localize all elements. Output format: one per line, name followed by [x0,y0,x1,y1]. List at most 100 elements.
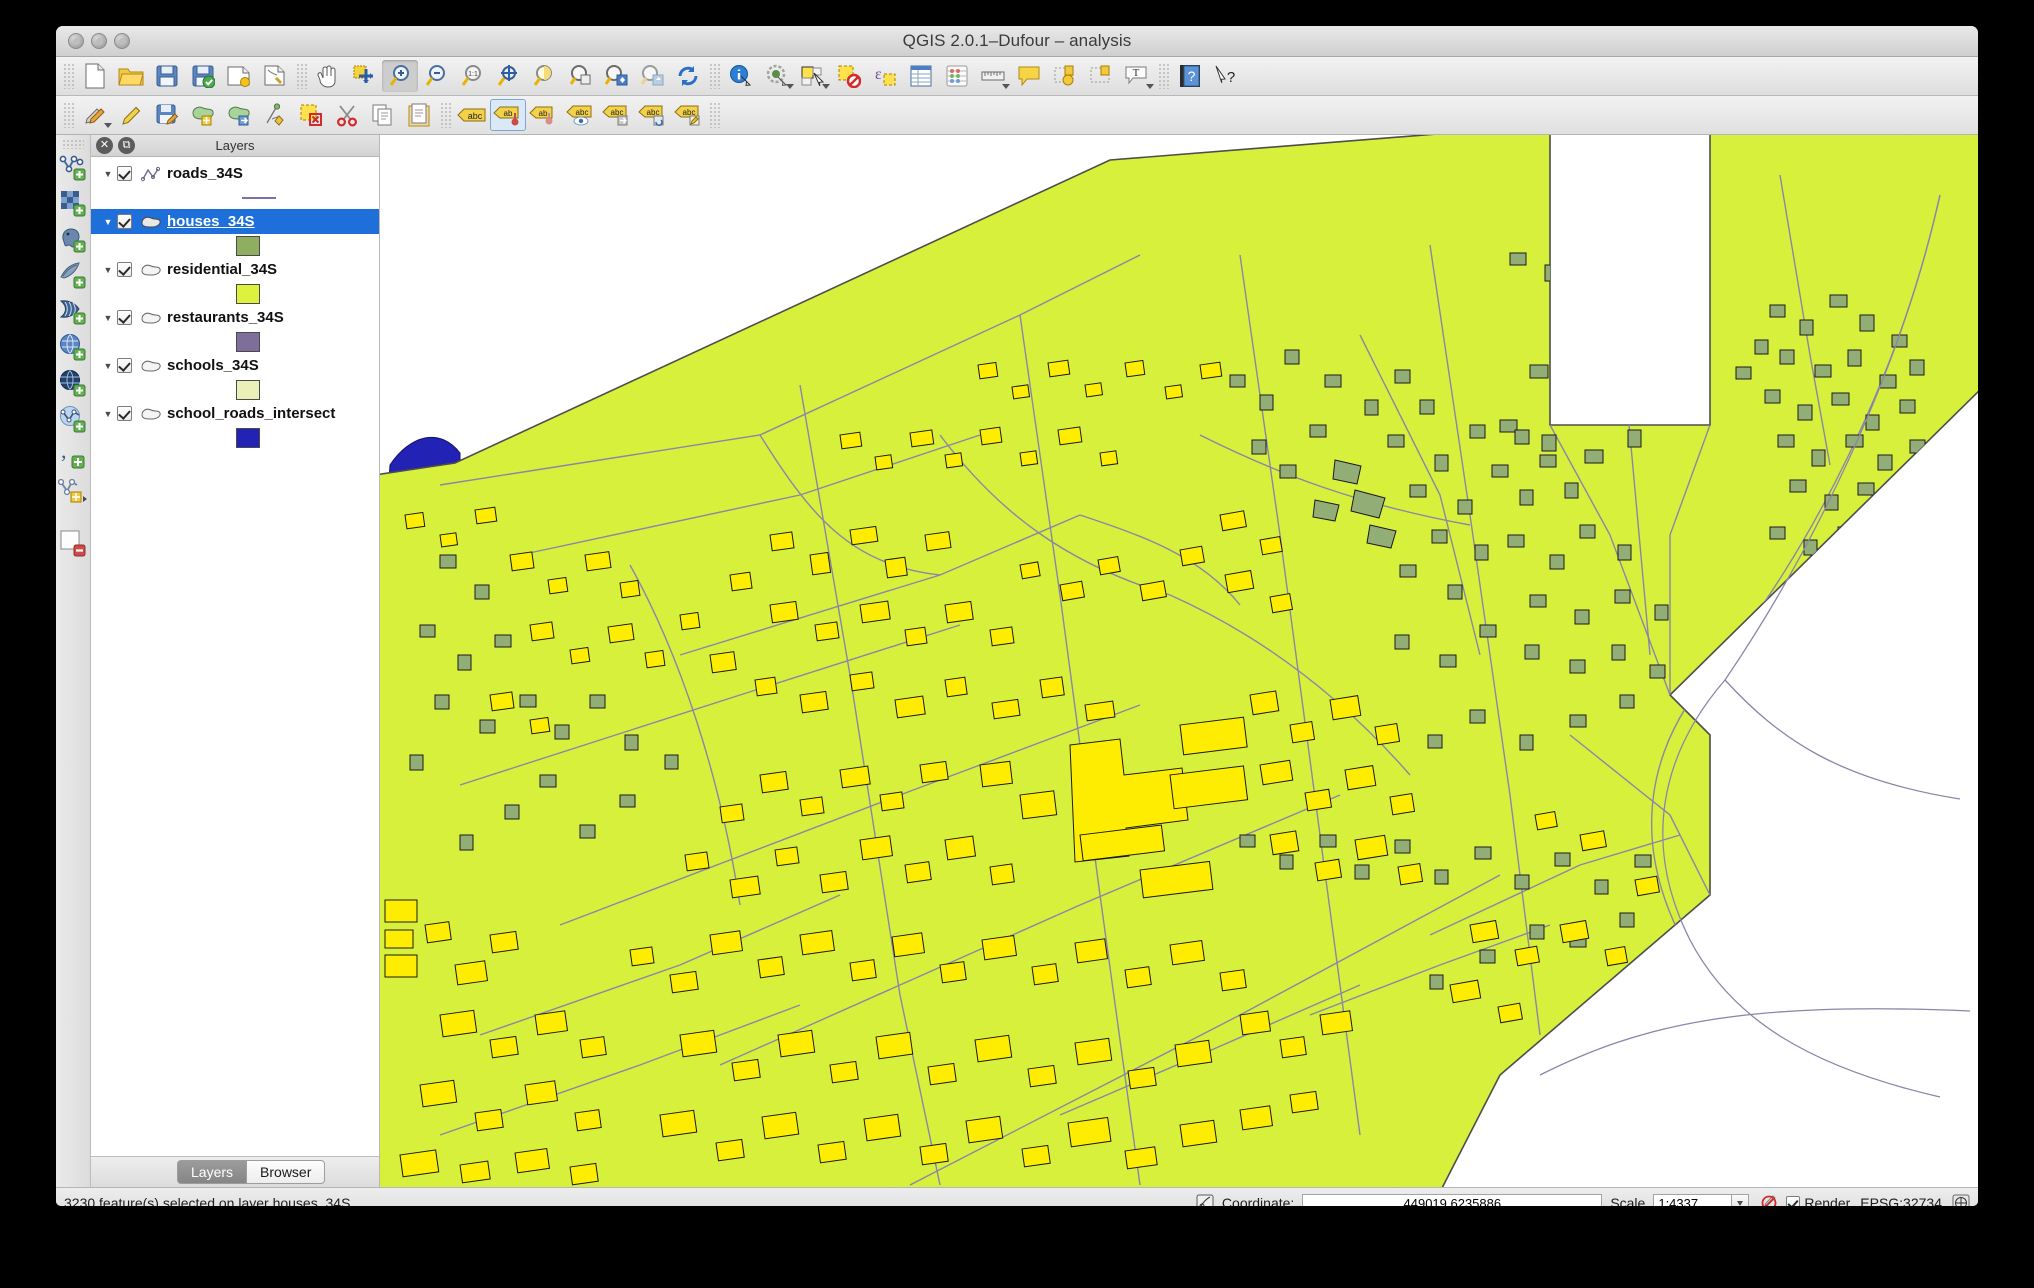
toolbar-grip[interactable] [440,102,451,128]
close-icon[interactable]: ✕ [96,137,113,154]
toolbar-grip[interactable] [62,139,84,149]
expand-twisty-icon[interactable]: ▼ [99,169,117,179]
select-by-expression-icon[interactable]: ε [867,60,903,92]
chevron-down-icon[interactable] [1146,84,1154,89]
new-print-composer-icon[interactable] [221,60,257,92]
zoom-in-icon[interactable] [382,60,418,92]
layer-item-restaurants_34S[interactable]: ▼ restaurants_34S [91,305,379,330]
chevron-down-icon[interactable] [104,123,112,128]
toolbar-grip[interactable] [709,63,720,89]
toolbar-grip[interactable] [709,102,720,128]
stop-rendering-icon[interactable] [1758,1193,1780,1206]
copy-features-icon[interactable] [365,99,401,131]
zoom-selection-icon[interactable] [526,60,562,92]
change-label-icon[interactable]: abc [670,99,706,131]
show-hide-labels-icon[interactable]: abc [562,99,598,131]
pan-to-selection-icon[interactable] [346,60,382,92]
toolbar-grip[interactable] [1158,63,1169,89]
add-raster-layer-icon[interactable] [58,185,88,221]
open-attribute-table-icon[interactable] [903,60,939,92]
add-feature-icon[interactable] [185,99,221,131]
help-contents-icon[interactable]: ? [1172,60,1208,92]
delete-selected-icon[interactable] [293,99,329,131]
chevron-down-icon[interactable] [786,84,794,89]
crs-status-icon[interactable] [1950,1193,1972,1206]
layer-item-school_roads_intersect[interactable]: ▼ school_roads_intersect [91,401,379,426]
layer-visibility-checkbox[interactable] [117,214,132,229]
save-layer-edits-icon[interactable] [149,99,185,131]
refresh-icon[interactable] [670,60,706,92]
expand-twisty-icon[interactable]: ▼ [99,409,117,419]
layer-visibility-checkbox[interactable] [117,262,132,277]
add-wms-layer-icon[interactable] [58,365,88,401]
pin-labels-icon[interactable]: ab [490,99,526,131]
layer-visibility-checkbox[interactable] [117,406,132,421]
toggle-extents-icon[interactable] [1194,1193,1216,1206]
add-delimited-text-layer-icon[interactable]: , [58,437,88,473]
expand-twisty-icon[interactable]: ▼ [99,361,117,371]
node-tool-icon[interactable] [257,99,293,131]
new-bookmark-icon[interactable] [1047,60,1083,92]
open-project-icon[interactable] [113,60,149,92]
run-feature-action-icon[interactable] [759,60,795,92]
zoom-full-icon[interactable] [490,60,526,92]
layer-item-roads_34S[interactable]: ▼ roads_34S [91,161,379,186]
toggle-editing-icon[interactable] [113,99,149,131]
render-checkbox[interactable] [1786,1196,1801,1206]
layer-item-schools_34S[interactable]: ▼ schools_34S [91,353,379,378]
zoom-layer-icon[interactable] [562,60,598,92]
move-feature-icon[interactable] [221,99,257,131]
expand-twisty-icon[interactable]: ▼ [99,265,117,275]
cut-features-icon[interactable] [329,99,365,131]
zoom-native-icon[interactable]: 1:1 [454,60,490,92]
rotate-label-icon[interactable]: abc [634,99,670,131]
chevron-down-icon[interactable] [822,84,830,89]
tab-layers[interactable]: Layers [177,1160,248,1184]
zoom-last-icon[interactable] [598,60,634,92]
add-wfs-layer-icon[interactable] [58,401,88,437]
add-mssql-layer-icon[interactable] [58,293,88,329]
pan-map-icon[interactable] [310,60,346,92]
whats-this-icon[interactable]: ? [1208,60,1244,92]
layer-tree[interactable]: ▼ roads_34S ▼ houses_34S ▼ residential_3… [91,157,379,1156]
map-tips-icon[interactable] [1011,60,1047,92]
layer-labeling-icon[interactable]: abc [454,99,490,131]
paste-features-icon[interactable] [401,99,437,131]
add-postgis-layer-icon[interactable] [58,221,88,257]
identify-features-icon[interactable] [723,60,759,92]
remove-layer-icon[interactable] [58,525,88,561]
layer-visibility-checkbox[interactable] [117,166,132,181]
expand-twisty-icon[interactable]: ▼ [99,313,117,323]
statistics-icon[interactable] [939,60,975,92]
zoom-next-icon[interactable] [634,60,670,92]
composer-manager-icon[interactable] [257,60,293,92]
zoom-out-icon[interactable] [418,60,454,92]
measure-line-icon[interactable] [975,60,1011,92]
scale-input[interactable] [1653,1193,1732,1206]
text-annotation-icon[interactable]: T [1119,60,1155,92]
new-shapefile-layer-icon[interactable] [58,473,88,509]
save-project-icon[interactable] [149,60,185,92]
show-bookmarks-icon[interactable] [1083,60,1119,92]
undock-icon[interactable]: ⧉ [118,137,135,154]
layer-visibility-checkbox[interactable] [117,358,132,373]
tab-browser[interactable]: Browser [247,1160,326,1184]
scale-dropdown-arrow[interactable] [1731,1193,1750,1206]
move-label-icon[interactable]: abc [598,99,634,131]
layer-item-houses_34S[interactable]: ▼ houses_34S [91,209,379,234]
highlight-pinned-labels-icon[interactable]: ab [526,99,562,131]
chevron-down-icon[interactable] [1002,84,1010,89]
layer-item-residential_34S[interactable]: ▼ residential_34S [91,257,379,282]
layer-visibility-checkbox[interactable] [117,310,132,325]
current-edits-icon[interactable] [77,99,113,131]
deselect-features-icon[interactable] [831,60,867,92]
add-vector-layer-icon[interactable] [58,149,88,185]
toolbar-grip[interactable] [63,102,74,128]
add-spatialite-layer-icon[interactable] [58,257,88,293]
map-canvas[interactable] [380,135,1978,1187]
add-wcs-layer-icon[interactable] [58,329,88,365]
toolbar-grip[interactable] [296,63,307,89]
new-project-icon[interactable] [77,60,113,92]
expand-twisty-icon[interactable]: ▼ [99,217,117,227]
save-project-as-icon[interactable] [185,60,221,92]
